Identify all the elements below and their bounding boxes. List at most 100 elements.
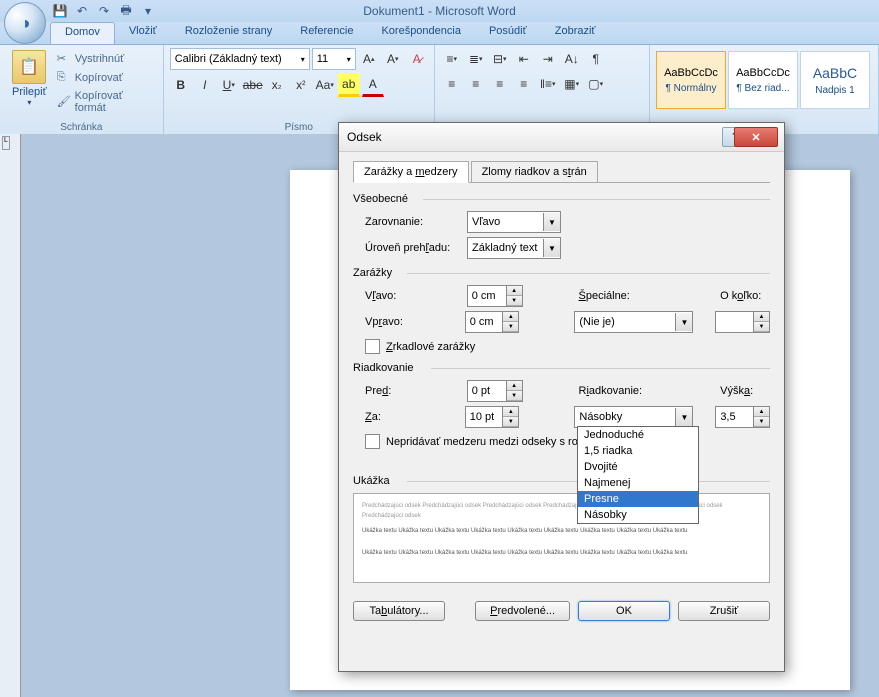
shrink-font-button[interactable]: A▾ — [382, 48, 404, 70]
alignment-combo[interactable]: Vľavo▼ — [467, 211, 561, 233]
special-combo[interactable]: (Nie je)▼ — [574, 311, 693, 333]
tab-home[interactable]: Domov — [50, 22, 115, 44]
preview-box: Predchádzajúci odsek Predchádzajúci odse… — [353, 493, 770, 583]
numbering-button[interactable]: ≣▾ — [465, 48, 487, 70]
superscript-button[interactable]: x² — [290, 74, 312, 96]
font-name-combo[interactable]: Calibri (Základný text)▾ — [170, 48, 310, 70]
print-icon[interactable]: 🖶 — [118, 3, 134, 19]
justify-button[interactable]: ≡ — [513, 73, 535, 95]
dialog-titlebar[interactable]: Odsek ? ✕ — [339, 123, 784, 152]
strike-button[interactable]: abe — [242, 74, 264, 96]
mirror-indents-checkbox[interactable]: Zrkadlové zarážky — [365, 339, 770, 354]
multilevel-button[interactable]: ⊟▾ — [489, 48, 511, 70]
group-label-clipboard: Schránka — [0, 122, 163, 133]
tab-mailings[interactable]: Korešpondencia — [367, 22, 475, 44]
show-marks-button[interactable]: ¶ — [585, 48, 607, 70]
before-label: Pred: — [365, 385, 459, 397]
option-1-5[interactable]: 1,5 riadka — [578, 443, 698, 459]
tabs-button[interactable]: Tabulátory... — [353, 601, 445, 621]
outline-combo[interactable]: Základný text▼ — [467, 237, 561, 259]
at-label: Výška: — [720, 385, 770, 397]
align-right-button[interactable]: ≡ — [489, 73, 511, 95]
style-no-spacing[interactable]: AaBbCcDc ¶ Bez riad... — [728, 51, 798, 109]
undo-icon[interactable]: ↶ — [74, 3, 90, 19]
before-spinner[interactable]: 0 pt▲▼ — [467, 380, 523, 402]
increase-indent-button[interactable]: ⇥ — [537, 48, 559, 70]
tab-insert[interactable]: Vložiť — [115, 22, 171, 44]
option-at-least[interactable]: Najmenej — [578, 475, 698, 491]
grow-font-button[interactable]: A▴ — [358, 48, 380, 70]
clear-format-button[interactable]: A̷ — [406, 48, 428, 70]
after-label: Za: — [365, 411, 457, 423]
scissors-icon: ✂ — [57, 52, 71, 66]
italic-button[interactable]: I — [194, 74, 216, 96]
by-spinner[interactable]: ▲▼ — [715, 311, 770, 333]
chevron-down-icon: ▼ — [543, 213, 560, 231]
after-spinner[interactable]: 10 pt▲▼ — [465, 406, 520, 428]
save-icon[interactable]: 💾 — [52, 3, 68, 19]
close-button[interactable]: ✕ — [734, 127, 778, 147]
align-left-button[interactable]: ≡ — [441, 73, 463, 95]
at-spinner[interactable]: 3,5▲▼ — [715, 406, 770, 428]
indent-left-spinner[interactable]: 0 cm▲▼ — [467, 285, 523, 307]
style-normal[interactable]: AaBbCcDc ¶ Normálny — [656, 51, 726, 109]
quick-access-toolbar: 💾 ↶ ↷ 🖶 ▾ — [52, 3, 156, 19]
paste-icon: 📋 — [12, 50, 46, 84]
line-spacing-dropdown: Jednoduché 1,5 riadka Dvojité Najmenej P… — [577, 426, 699, 524]
option-exactly[interactable]: Presne — [578, 491, 698, 507]
decrease-indent-button[interactable]: ⇤ — [513, 48, 535, 70]
qat-more-icon[interactable]: ▾ — [140, 3, 156, 19]
redo-icon[interactable]: ↷ — [96, 3, 112, 19]
chevron-down-icon: ▼ — [675, 408, 692, 426]
tab-references[interactable]: Referencie — [286, 22, 367, 44]
borders-button[interactable]: ▢▾ — [585, 73, 607, 95]
alignment-label: Zarovnanie: — [365, 216, 459, 228]
by-label: O koľko: — [720, 290, 770, 302]
indent-left-label: Vľavo: — [365, 290, 459, 302]
copy-button[interactable]: ⎘Kopírovať — [53, 69, 157, 87]
paste-button[interactable]: 📋 Prilepiť ▾ — [6, 48, 53, 116]
font-size-combo[interactable]: 11▾ — [312, 48, 356, 70]
bold-button[interactable]: B — [170, 74, 192, 96]
cancel-button[interactable]: Zrušiť — [678, 601, 770, 621]
change-case-button[interactable]: Aa▾ — [314, 74, 336, 96]
line-spacing-combo[interactable]: Násobky▼ — [574, 406, 693, 428]
tab-layout[interactable]: Rozloženie strany — [171, 22, 286, 44]
office-button[interactable]: ◑ — [4, 2, 46, 44]
vertical-ruler[interactable] — [0, 134, 21, 697]
option-single[interactable]: Jednoduché — [578, 427, 698, 443]
sort-button[interactable]: A↓ — [561, 48, 583, 70]
style-heading1[interactable]: AaBbC Nadpis 1 — [800, 51, 870, 109]
indent-right-label: Vpravo: — [365, 316, 457, 328]
highlight-button[interactable]: ab — [338, 73, 360, 97]
cut-button[interactable]: ✂Vystrihnúť — [53, 50, 157, 68]
font-color-button[interactable]: A — [362, 73, 384, 97]
ok-button[interactable]: OK — [578, 601, 670, 621]
indent-right-spinner[interactable]: 0 cm▲▼ — [465, 311, 520, 333]
tab-view[interactable]: Zobraziť — [541, 22, 610, 44]
window-title: Dokument1 - Microsoft Word — [363, 4, 516, 18]
line-spacing-label: Riadkovanie: — [578, 385, 658, 397]
subscript-button[interactable]: x₂ — [266, 74, 288, 96]
bullets-button[interactable]: ≡▾ — [441, 48, 463, 70]
format-painter-button[interactable]: 🖌Kopírovať formát — [53, 88, 157, 116]
underline-button[interactable]: U▾ — [218, 74, 240, 96]
shading-button[interactable]: ▦▾ — [561, 73, 583, 95]
paragraph-dialog: Odsek ? ✕ Zarážky a medzery Zlomy riadko… — [338, 122, 785, 672]
special-label: Špeciálne: — [578, 290, 648, 302]
option-double[interactable]: Dvojité — [578, 459, 698, 475]
ribbon-tabs: Domov Vložiť Rozloženie strany Referenci… — [0, 22, 879, 45]
section-preview: Ukážka — [353, 475, 770, 487]
tab-review[interactable]: Posúdiť — [475, 22, 541, 44]
option-multiple[interactable]: Násobky — [578, 507, 698, 523]
section-indentation: Zarážky — [353, 267, 770, 279]
tab-indents-spacing[interactable]: Zarážky a medzery — [353, 161, 469, 183]
section-spacing: Riadkovanie — [353, 362, 770, 374]
no-space-checkbox[interactable]: Nepridávať medzeru medzi odseky s rov — [365, 434, 770, 449]
align-center-button[interactable]: ≡ — [465, 73, 487, 95]
outline-label: Úroveň prehľadu: — [365, 242, 459, 254]
default-button[interactable]: Predvolené... — [475, 601, 570, 621]
line-spacing-button[interactable]: ‖≡▾ — [537, 73, 559, 95]
tab-selector[interactable]: L — [2, 136, 10, 150]
tab-line-breaks[interactable]: Zlomy riadkov a strán — [471, 161, 598, 183]
